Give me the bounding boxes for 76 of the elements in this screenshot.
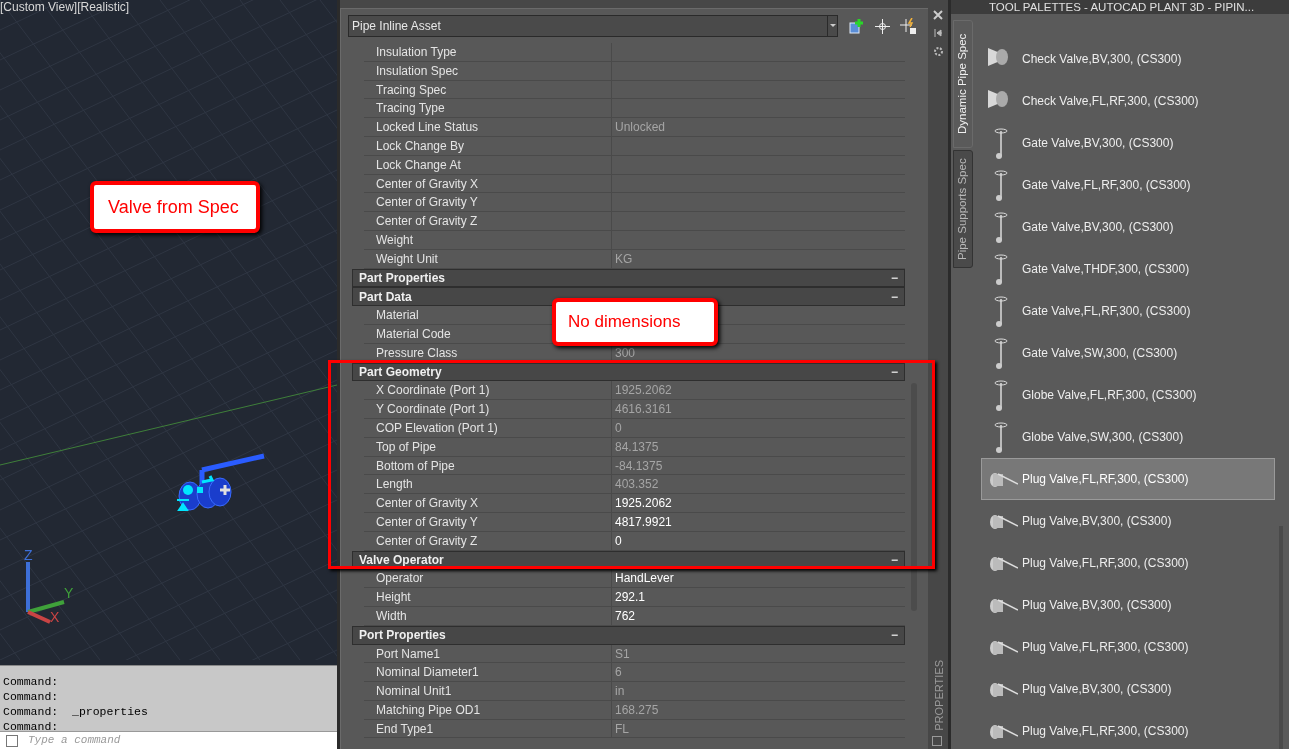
- tool-item[interactable]: Plug Valve,FL,RF,300, (CS300): [981, 542, 1275, 584]
- command-history-line: Command:: [3, 689, 60, 704]
- property-value[interactable]: 292.1: [612, 588, 905, 606]
- tool-item[interactable]: Plug Valve,BV,300, (CS300): [981, 584, 1275, 626]
- property-name: X Coordinate (Port 1): [364, 381, 612, 400]
- tool-item[interactable]: Gate Valve,FL,RF,300, (CS300): [981, 164, 1275, 206]
- callout-tooltip: No dimensions: [552, 298, 718, 346]
- property-name: Lock Change By: [364, 137, 612, 155]
- property-name: Locked Line Status: [364, 118, 612, 136]
- category-label: Part Data: [359, 288, 413, 306]
- property-name: Port Name1: [364, 644, 612, 663]
- property-name: COP Elevation (Port 1): [364, 418, 612, 437]
- property-name: Matching Pipe OD1: [364, 700, 612, 719]
- property-name: Center of Gravity X: [364, 494, 612, 512]
- property-name: Width: [364, 606, 612, 625]
- tool-item[interactable]: Check Valve,BV,300, (CS300): [981, 38, 1275, 80]
- property-value[interactable]: HandLever: [612, 569, 905, 588]
- palette-title: TOOL PALETTES - AUTOCAD PLANT 3D - PIPIN...: [951, 0, 1289, 14]
- property-name: Center of Gravity X: [364, 174, 612, 193]
- property-name: Bottom of Pipe: [364, 456, 612, 475]
- property-name: Weight Unit: [364, 249, 612, 268]
- command-history-line: Command:: [3, 719, 60, 734]
- tool-item[interactable]: Globe Valve,FL,RF,300, (CS300): [981, 374, 1275, 416]
- palette-tab[interactable]: Dynamic Pipe Spec: [953, 20, 973, 148]
- property-name: Center of Gravity Y: [364, 193, 612, 212]
- property-name: Y Coordinate (Port 1): [364, 400, 612, 418]
- tool-item[interactable]: Plug Valve,BV,300, (CS300): [981, 668, 1275, 710]
- collapse-toggle[interactable]: −: [891, 362, 898, 381]
- collapse-toggle[interactable]: −: [891, 550, 898, 569]
- collapse-toggle[interactable]: −: [891, 287, 898, 306]
- tool-item[interactable]: Gate Valve,THDF,300, (CS300): [981, 248, 1275, 290]
- property-name: Center of Gravity Z: [364, 212, 612, 230]
- property-name: End Type1: [364, 719, 612, 738]
- property-name: Insulation Type: [364, 43, 612, 61]
- property-value[interactable]: 4817.9921: [612, 512, 905, 531]
- property-name: Nominal Unit1: [364, 682, 612, 700]
- callout-tooltip: Valve from Spec: [90, 181, 260, 233]
- category-label: Valve Operator: [359, 551, 445, 569]
- command-history-line: Command:: [3, 674, 60, 689]
- property-name: Nominal Diameter1: [364, 663, 612, 682]
- category-label: Part Geometry: [359, 363, 443, 381]
- property-value[interactable]: 0: [612, 531, 905, 550]
- viewport-label[interactable]: [Custom View][Realistic]: [0, 0, 130, 15]
- property-name: Tracing Type: [364, 99, 612, 118]
- property-name: Lock Change At: [364, 155, 612, 174]
- palette-tab[interactable]: Pipe Supports Spec: [953, 150, 973, 268]
- property-name: Center of Gravity Y: [364, 512, 612, 531]
- property-value[interactable]: 1925.2062: [612, 494, 905, 512]
- property-name: Top of Pipe: [364, 437, 612, 456]
- tool-item[interactable]: Gate Valve,SW,300, (CS300): [981, 332, 1275, 374]
- palette-title: PROPERTIES: [932, 660, 946, 731]
- tool-item[interactable]: Plug Valve,FL,RF,300, (CS300): [981, 458, 1275, 500]
- tool-item[interactable]: Gate Valve,BV,300, (CS300): [981, 122, 1275, 164]
- tool-item[interactable]: Plug Valve,BV,300, (CS300): [981, 500, 1275, 542]
- tool-item[interactable]: Globe Valve,SW,300, (CS300): [981, 416, 1275, 458]
- tool-item[interactable]: Plug Valve,FL,RF,300, (CS300): [981, 710, 1275, 749]
- collapse-toggle[interactable]: −: [891, 626, 898, 645]
- property-name: Height: [364, 588, 612, 606]
- property-name: Tracing Spec: [364, 80, 612, 99]
- property-name: Length: [364, 475, 612, 494]
- property-name: Center of Gravity Z: [364, 531, 612, 550]
- command-history-line: Command: _properties: [3, 704, 149, 719]
- property-name: Insulation Spec: [364, 61, 612, 80]
- category-label: Port Properties: [359, 627, 447, 645]
- tool-item[interactable]: Gate Valve,FL,RF,300, (CS300): [981, 290, 1275, 332]
- tool-item[interactable]: Plug Valve,FL,RF,300, (CS300): [981, 626, 1275, 668]
- category-header[interactable]: Port Properties −: [352, 625, 905, 645]
- collapse-toggle[interactable]: −: [891, 268, 898, 287]
- object-type-dropdown[interactable]: Pipe Inline Asset: [348, 15, 838, 37]
- category-label: Part Properties: [359, 269, 447, 287]
- property-name: Weight: [364, 230, 612, 249]
- category-header[interactable]: Part Properties −: [352, 268, 905, 288]
- property-name: Operator: [364, 569, 612, 588]
- tool-item[interactable]: Gate Valve,BV,300, (CS300): [981, 206, 1275, 248]
- tool-item[interactable]: Check Valve,FL,RF,300, (CS300): [981, 80, 1275, 122]
- property-value[interactable]: 762: [612, 606, 905, 625]
